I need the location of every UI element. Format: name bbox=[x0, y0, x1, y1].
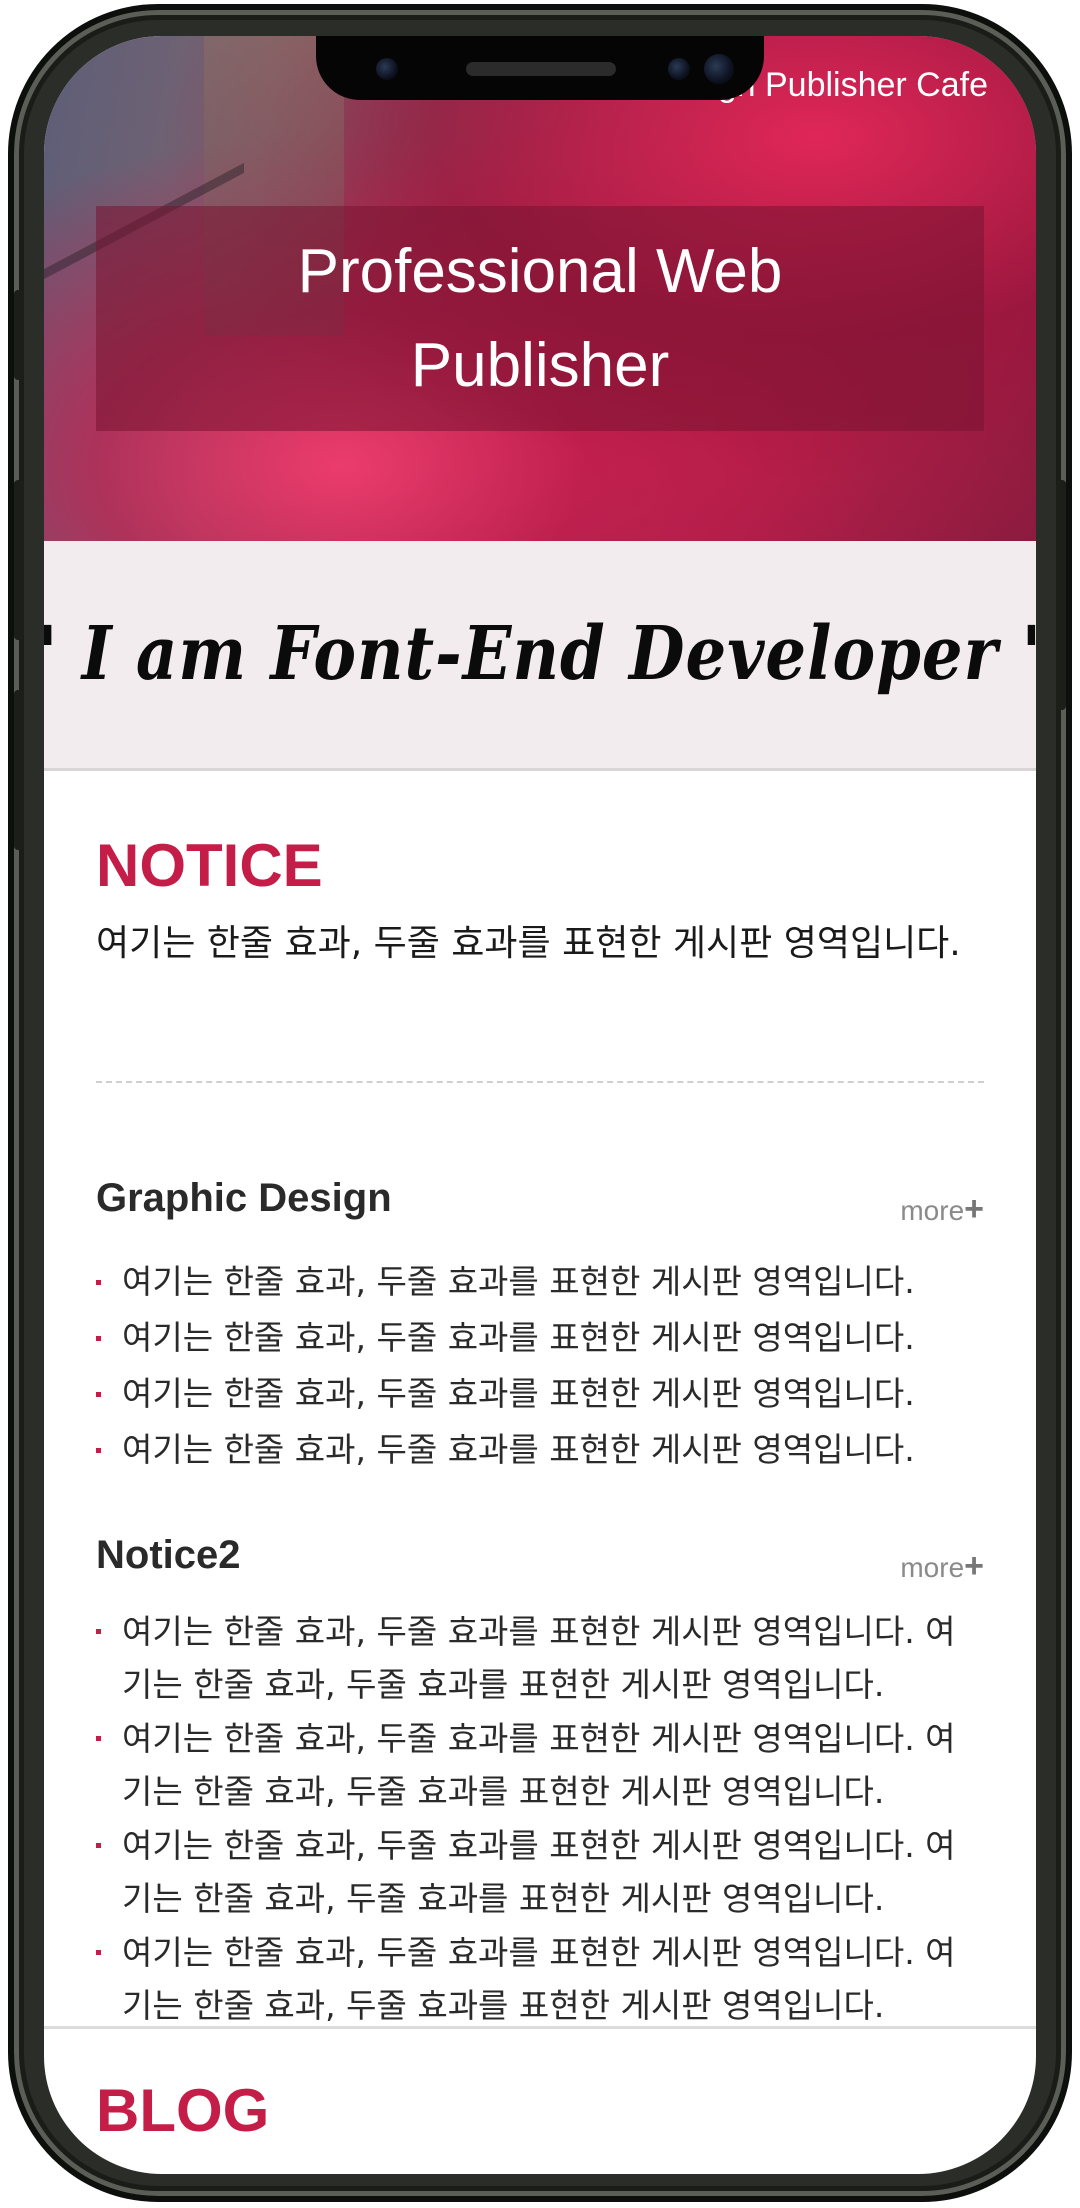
graphic-design-list: 여기는 한줄 효과, 두줄 효과를 표현한 게시판 영역입니다. 여기는 한줄 … bbox=[96, 1254, 984, 1478]
section-separator bbox=[44, 2026, 1036, 2029]
notice-description: 여기는 한줄 효과, 두줄 효과를 표현한 게시판 영역입니다. bbox=[96, 923, 961, 964]
volume-down-button bbox=[14, 690, 24, 850]
quote-text: " I am Font-End Developer " bbox=[44, 611, 1036, 698]
mute-switch bbox=[14, 290, 24, 380]
section-divider bbox=[96, 1081, 984, 1083]
notice2-section: Notice2 more+ 여기는 한줄 효과, 두줄 효과를 표현한 게시판 … bbox=[96, 1533, 984, 2025]
list-item[interactable]: 여기는 한줄 효과, 두줄 효과를 표현한 게시판 영역입니다. 여기는 한줄 … bbox=[96, 1605, 984, 1712]
hero-title-box: Professional Web Publisher bbox=[96, 206, 984, 431]
plus-icon: + bbox=[964, 1190, 984, 1228]
phone-screen: Design Publisher Cafe Professional Web P… bbox=[44, 36, 1036, 2174]
list-item[interactable]: 여기는 한줄 효과, 두줄 효과를 표현한 게시판 영역입니다. 여기는 한줄 … bbox=[96, 1712, 984, 1819]
list-item[interactable]: 여기는 한줄 효과, 두줄 효과를 표현한 게시판 영역입니다. bbox=[96, 1422, 984, 1478]
plus-icon: + bbox=[964, 1547, 984, 1585]
notice-title: NOTICE bbox=[96, 832, 323, 899]
graphic-design-title: Graphic Design bbox=[96, 1176, 392, 1220]
more-label: more bbox=[900, 1552, 965, 1583]
graphic-design-section: Graphic Design more+ 여기는 한줄 효과, 두줄 효과를 표… bbox=[96, 1176, 984, 1469]
notice2-list: 여기는 한줄 효과, 두줄 효과를 표현한 게시판 영역입니다. 여기는 한줄 … bbox=[96, 1605, 984, 2033]
hero-banner: Design Publisher Cafe Professional Web P… bbox=[44, 36, 1036, 541]
quote-banner: " I am Font-End Developer " bbox=[44, 541, 1036, 771]
list-item[interactable]: 여기는 한줄 효과, 두줄 효과를 표현한 게시판 영역입니다. 여기는 한줄 … bbox=[96, 1926, 984, 2033]
power-button bbox=[1056, 480, 1066, 710]
volume-up-button bbox=[14, 480, 24, 640]
notice2-title: Notice2 bbox=[96, 1533, 241, 1577]
sensor-icon bbox=[668, 58, 690, 80]
speaker-grille bbox=[466, 62, 616, 76]
front-camera-icon bbox=[704, 54, 734, 84]
list-item[interactable]: 여기는 한줄 효과, 두줄 효과를 표현한 게시판 영역입니다. bbox=[96, 1366, 984, 1422]
list-item[interactable]: 여기는 한줄 효과, 두줄 효과를 표현한 게시판 영역입니다. 여기는 한줄 … bbox=[96, 1819, 984, 1926]
list-item[interactable]: 여기는 한줄 효과, 두줄 효과를 표현한 게시판 영역입니다. bbox=[96, 1254, 984, 1310]
hero-title: Professional Web Publisher bbox=[297, 236, 783, 400]
more-label: more bbox=[900, 1195, 965, 1226]
sensor-icon bbox=[376, 58, 398, 80]
phone-notch bbox=[316, 36, 764, 100]
graphic-design-more-link[interactable]: more+ bbox=[900, 1190, 984, 1229]
list-item[interactable]: 여기는 한줄 효과, 두줄 효과를 표현한 게시판 영역입니다. bbox=[96, 1310, 984, 1366]
blog-title: BLOG bbox=[96, 2077, 270, 2144]
notice2-more-link[interactable]: more+ bbox=[900, 1547, 984, 1586]
